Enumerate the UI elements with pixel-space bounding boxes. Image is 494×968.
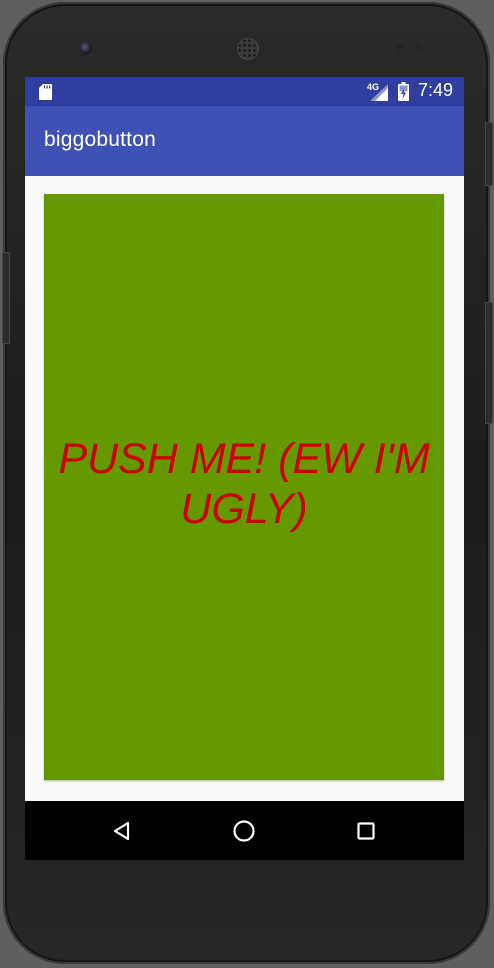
side-button[interactable]	[485, 122, 493, 186]
nav-back-button[interactable]	[82, 801, 162, 860]
app-title: biggobutton	[44, 128, 156, 151]
battery-charging-icon	[398, 82, 409, 101]
navigation-bar	[25, 801, 464, 860]
recents-square-icon	[357, 821, 375, 840]
light-sensor-icon	[414, 44, 422, 52]
main-content: PUSH ME! (EW I'M UGLY)	[25, 176, 464, 801]
status-bar: 4G 7:49	[25, 77, 464, 106]
nav-home-button[interactable]	[204, 801, 284, 860]
push-me-button[interactable]: PUSH ME! (EW I'M UGLY)	[44, 194, 444, 780]
volume-button[interactable]	[2, 252, 10, 344]
sd-card-icon	[39, 84, 52, 100]
signal-icon	[370, 84, 388, 101]
speaker-grille-icon	[237, 38, 259, 60]
power-button[interactable]	[485, 302, 493, 424]
home-circle-icon	[233, 819, 255, 842]
push-me-button-label: PUSH ME! (EW I'M UGLY)	[58, 435, 430, 533]
device-screen: 4G 7:49 biggobutton PUSH ME! (EW I'M UGL…	[25, 77, 464, 860]
status-clock: 7:49	[418, 80, 454, 100]
action-bar: biggobutton	[25, 106, 464, 176]
front-camera-icon	[80, 42, 92, 54]
nav-recents-button[interactable]	[326, 801, 406, 860]
back-triangle-icon	[113, 821, 130, 840]
proximity-sensor-icon	[396, 44, 404, 52]
